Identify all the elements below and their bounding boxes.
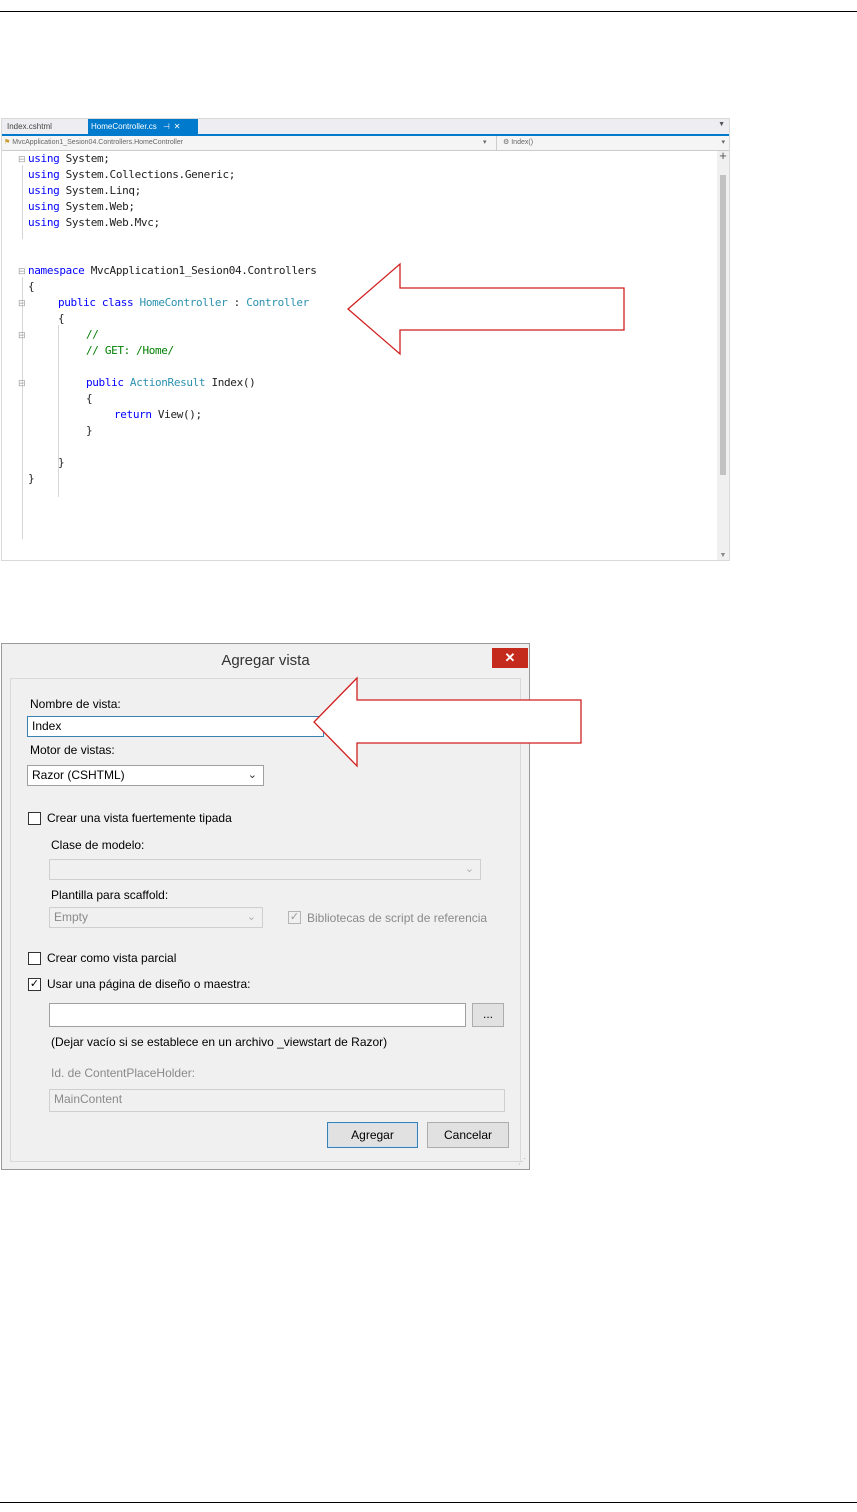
tab-index-cshtml[interactable]: Index.cshtml [4,119,55,134]
code-comment: // [86,328,99,341]
page-top-rule [0,11,857,12]
arrow-shape [347,262,625,356]
member-dropdown[interactable]: ⚙ Index() [496,136,723,150]
add-button[interactable]: Agregar [327,1122,418,1148]
close-tab-icon[interactable]: ✕ [174,122,181,131]
code-line: } [58,456,65,469]
layout-page-checkbox[interactable]: ✓ [28,978,41,991]
dialog-title: Agregar vista [221,652,310,669]
class-icon: ⚑ [4,139,11,146]
content-placeholder-input: MainContent [49,1089,505,1112]
browse-button[interactable]: ... [472,1003,504,1027]
outline-guide [22,165,23,239]
pin-icon[interactable]: ⊣ [163,122,170,131]
code-line: using System.Collections.Generic; [28,168,236,181]
model-class-select: ⌄ [49,859,481,880]
chevron-down-icon: ⌄ [247,769,257,781]
view-name-label: Nombre de vista: [30,697,121,711]
navigation-bar: ⚑ MvcApplication1_Sesion04.Controllers.Ho… [2,136,729,151]
scaffold-template-value: Empty [54,910,89,924]
code-line: using System.Web; [28,200,135,213]
chevron-down-icon: ⌄ [246,911,256,923]
partial-view-label[interactable]: Crear como vista parcial [47,951,176,965]
layout-page-label[interactable]: Usar una página de diseño o maestra: [47,977,250,991]
tab-homecontroller-cs[interactable]: HomeController.cs ⊣ ✕ [88,119,198,134]
partial-view-checkbox[interactable] [28,952,41,965]
code-line: { [28,280,35,293]
code-line: public ActionResult Index() [86,376,256,389]
layout-page-input[interactable] [49,1003,466,1027]
code-line: namespace MvcApplication1_Sesion04.Contr… [28,264,317,277]
collapse-icon[interactable]: ⊟ [18,263,26,279]
method-icon: ⚙ [503,139,512,146]
editor-tab-strip: Index.cshtml HomeController.cs ⊣ ✕ ▼ [2,119,729,136]
resize-grip-icon[interactable]: ⋰ [518,1157,526,1166]
scroll-down-icon[interactable]: ▼ [717,552,729,559]
scrollbar-thumb[interactable] [720,175,726,475]
view-engine-select[interactable]: Razor (CSHTML) ⌄ [27,765,264,786]
collapse-icon[interactable]: ⊟ [18,295,26,311]
dialog-titlebar[interactable]: Agregar vista ✕ [2,644,529,678]
tab-list-dropdown-icon[interactable]: ▼ [718,121,725,128]
strongly-typed-label[interactable]: Crear una vista fuertemente tipada [47,811,232,825]
vertical-scrollbar[interactable]: + ▼ [717,148,729,560]
code-line: { [86,392,93,405]
arrow-shape [313,676,582,768]
code-line: using System; [28,152,110,165]
cancel-button[interactable]: Cancelar [427,1122,509,1148]
split-editor-icon[interactable]: + [717,148,729,163]
chevron-down-icon[interactable]: ▾ [483,136,487,150]
script-libraries-label: Bibliotecas de script de referencia [307,911,488,925]
view-engine-value: Razor (CSHTML) [32,768,125,782]
collapse-icon[interactable]: ⊟ [18,375,26,391]
tab-label: HomeController.cs [91,122,157,131]
collapse-icon[interactable]: ⊟ [18,327,26,343]
scaffold-template-label: Plantilla para scaffold: [51,888,169,902]
member-name: Index() [511,139,534,146]
view-name-input[interactable]: Index [27,716,324,737]
code-line: { [58,312,65,325]
model-class-label: Clase de modelo: [51,838,145,852]
scaffold-template-select: Empty ⌄ [49,907,263,928]
code-line: } [28,472,35,485]
collapse-icon[interactable]: ⊟ [18,151,26,167]
code-line: using System.Linq; [28,184,141,197]
code-comment: // GET: /Home/ [86,344,174,357]
view-engine-label: Motor de vistas: [30,743,115,757]
code-line: return View(); [114,408,202,421]
outline-guide [22,277,23,539]
content-placeholder-label: Id. de ContentPlaceHolder: [51,1066,196,1080]
indent-guide [58,325,59,497]
close-icon[interactable]: ✕ [492,648,528,668]
class-path: MvcApplication1_Sesion04.Controllers.Hom… [12,139,184,146]
class-dropdown[interactable]: ⚑ MvcApplication1_Sesion04.Controllers.Ho… [4,136,482,150]
code-line: } [86,424,93,437]
code-line: using System.Web.Mvc; [28,216,160,229]
layout-hint: (Dejar vacío si se establece en un archi… [51,1035,388,1049]
script-libraries-checkbox: ✓ [288,911,301,924]
page-bottom-rule [0,1502,857,1503]
annotation-arrow [313,676,582,768]
code-line: public class HomeController : Controller [58,296,309,309]
chevron-down-icon: ⌄ [464,863,474,875]
annotation-arrow [347,262,625,356]
strongly-typed-checkbox[interactable] [28,812,41,825]
